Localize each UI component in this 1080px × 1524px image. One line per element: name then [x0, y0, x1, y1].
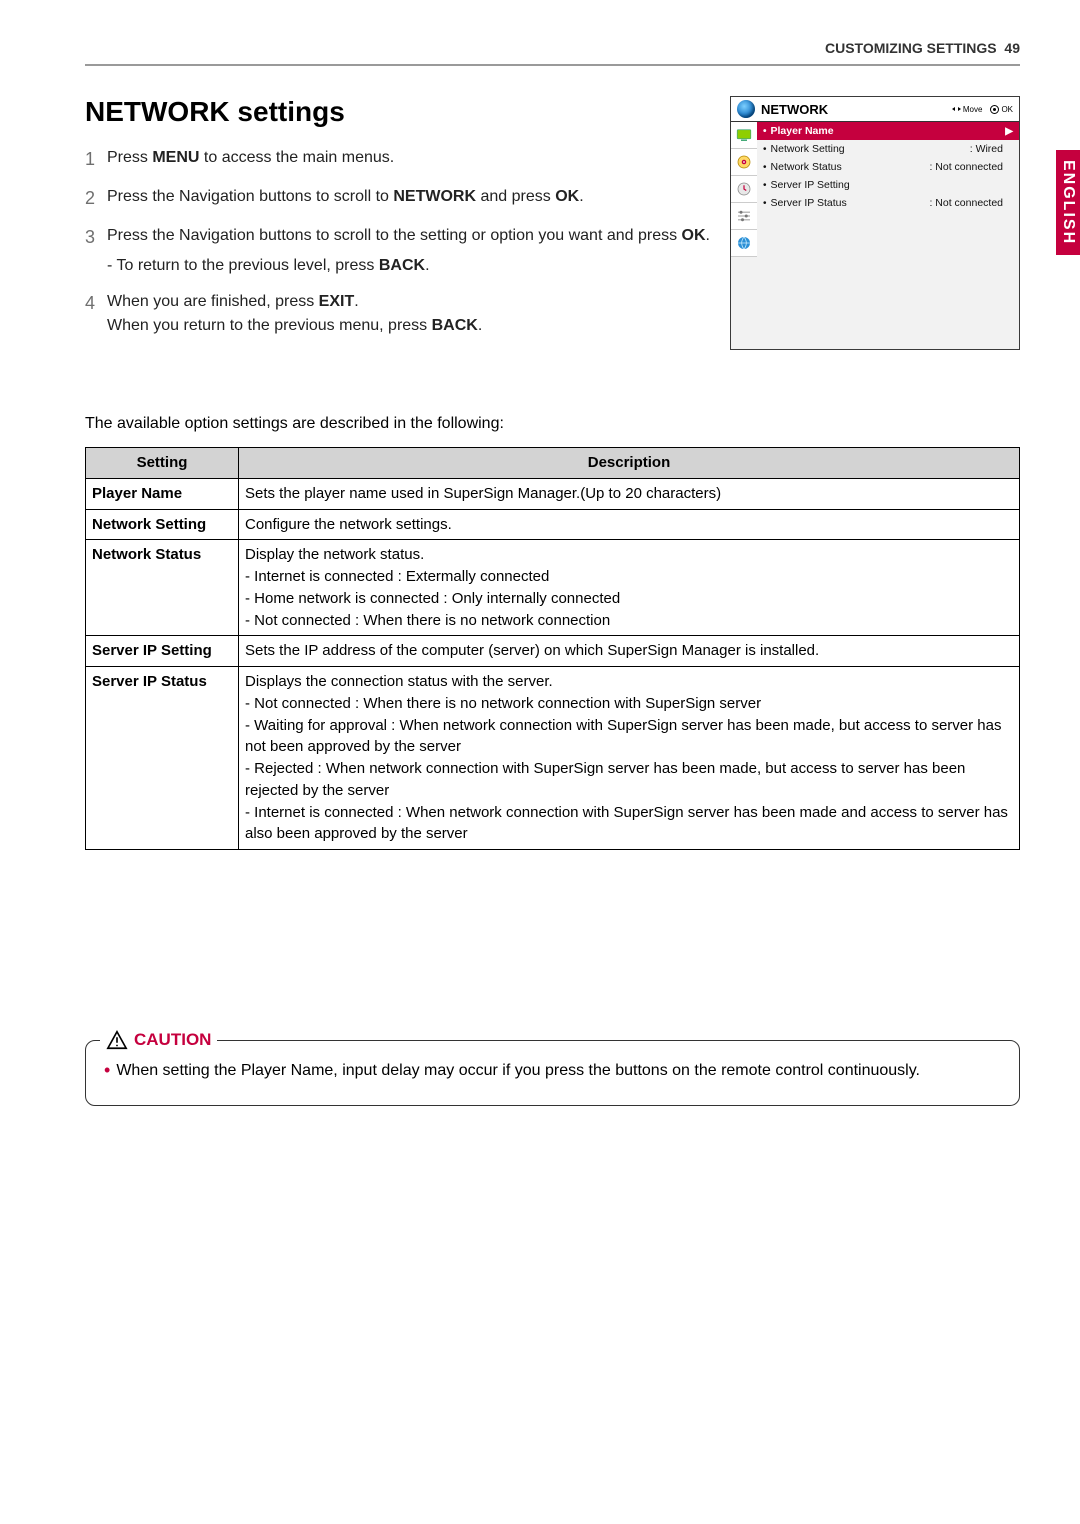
osd-item[interactable]: •Server IP Setting [757, 176, 1019, 194]
caution-box: CAUTION • When setting the Player Name, … [85, 1040, 1020, 1106]
osd-selected-label: Player Name [771, 125, 834, 137]
setting-description: Sets the IP address of the computer (ser… [239, 636, 1020, 667]
caution-label: CAUTION [134, 1030, 211, 1050]
table-intro: The available option settings are descri… [85, 415, 1020, 433]
table-row: Network StatusDisplay the network status… [86, 540, 1020, 636]
step-number: 1 [85, 146, 107, 173]
step-text: Press the Navigation buttons to scroll t… [107, 185, 710, 212]
osd-item-label: Server IP Setting [771, 179, 850, 191]
step-text: When you are finished, press EXIT.When y… [107, 290, 710, 338]
page-title: NETWORK settings [85, 96, 710, 128]
setting-description: Sets the player name used in SuperSign M… [239, 478, 1020, 509]
step: 1Press MENU to access the main menus. [85, 146, 710, 173]
move-hint: Move [952, 105, 983, 114]
osd-title: NETWORK [761, 102, 828, 117]
step-number: 4 [85, 290, 107, 338]
osd-item-value: : Wired [970, 143, 1003, 155]
osd-item[interactable]: •Network Status: Not connected [757, 158, 1019, 176]
osd-item-label: Server IP Status [771, 197, 847, 209]
caution-text: When setting the Player Name, input dela… [116, 1059, 920, 1083]
step-number: 3 [85, 224, 107, 278]
disc-icon[interactable] [731, 149, 757, 176]
globe-icon [737, 100, 755, 118]
step-number: 2 [85, 185, 107, 212]
move-icon [952, 105, 961, 114]
osd-item[interactable]: •Network Setting: Wired [757, 140, 1019, 158]
sliders-icon[interactable] [731, 203, 757, 230]
th-setting: Setting [86, 448, 239, 479]
setting-name: Network Setting [86, 509, 239, 540]
setting-description: Displays the connection status with the … [239, 667, 1020, 850]
setting-name: Network Status [86, 540, 239, 636]
setting-description: Configure the network settings. [239, 509, 1020, 540]
step: 4When you are finished, press EXIT.When … [85, 290, 710, 338]
step-text: Press MENU to access the main menus. [107, 146, 710, 173]
osd-item[interactable]: •Server IP Status: Not connected [757, 194, 1019, 212]
section-label: CUSTOMIZING SETTINGS [825, 40, 997, 56]
setting-name: Server IP Status [86, 667, 239, 850]
caution-icon [106, 1029, 128, 1051]
setting-name: Player Name [86, 478, 239, 509]
osd-panel: NETWORK Move OK •Player Name ▶ •Network … [730, 96, 1020, 350]
clock-icon[interactable] [731, 176, 757, 203]
language-tab: ENGLISH [1056, 150, 1080, 255]
step-text: Press the Navigation buttons to scroll t… [107, 224, 710, 278]
osd-item-label: Network Setting [771, 143, 845, 155]
table-row: Server IP SettingSets the IP address of … [86, 636, 1020, 667]
table-row: Server IP StatusDisplays the connection … [86, 667, 1020, 850]
th-description: Description [239, 448, 1020, 479]
table-row: Network SettingConfigure the network set… [86, 509, 1020, 540]
table-row: Player NameSets the player name used in … [86, 478, 1020, 509]
osd-item-label: Network Status [771, 161, 842, 173]
osd-item-selected[interactable]: •Player Name ▶ [757, 122, 1019, 140]
step: 3Press the Navigation buttons to scroll … [85, 224, 710, 278]
osd-item-value: : Not connected [929, 197, 1003, 209]
ok-icon [990, 105, 999, 114]
setting-description: Display the network status.- Internet is… [239, 540, 1020, 636]
settings-table: Setting Description Player NameSets the … [85, 447, 1020, 850]
step: 2Press the Navigation buttons to scroll … [85, 185, 710, 212]
screen-icon[interactable] [731, 122, 757, 149]
ok-hint: OK [990, 105, 1013, 114]
page-number: 49 [1004, 40, 1020, 56]
setting-name: Server IP Setting [86, 636, 239, 667]
osd-item-value: : Not connected [929, 161, 1003, 173]
header-rule [85, 64, 1020, 66]
chevron-right-icon: ▶ [1005, 126, 1013, 137]
bullet-icon: • [104, 1059, 110, 1083]
page-header: CUSTOMIZING SETTINGS 49 [85, 40, 1020, 56]
globe-icon[interactable] [731, 230, 757, 257]
